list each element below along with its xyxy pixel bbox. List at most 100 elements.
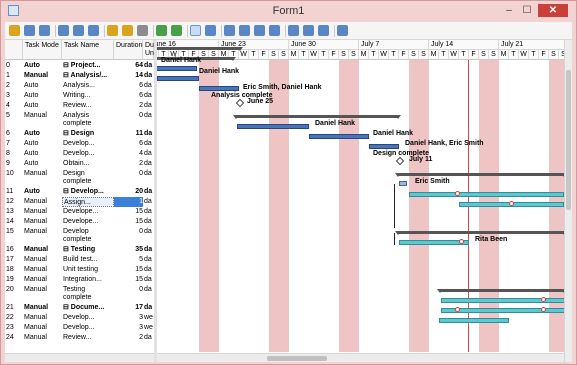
task-mode-cell[interactable]: Manual <box>23 285 62 303</box>
milestone-marker[interactable] <box>235 98 245 108</box>
chart-horizontal-scrollbar[interactable] <box>157 353 564 362</box>
settings-icon[interactable] <box>318 25 329 36</box>
task-mode-cell[interactable]: Auto <box>23 149 62 159</box>
task-mode-cell[interactable]: Manual <box>23 111 62 129</box>
goto-icon[interactable] <box>88 25 99 36</box>
row-index-cell[interactable]: 6 <box>5 129 23 139</box>
duration-unit-cell[interactable]: da <box>143 255 154 265</box>
table-row[interactable]: 0 Auto ⊟ Project... 64 da <box>5 61 154 71</box>
task-mode-cell[interactable]: Manual <box>23 333 62 343</box>
duration-cell[interactable]: 6 <box>114 139 143 149</box>
task-mode-cell[interactable]: Manual <box>23 245 62 255</box>
duration-unit-cell[interactable]: da <box>143 245 154 255</box>
duration-cell[interactable]: 2 <box>114 159 143 169</box>
duration-unit-cell[interactable]: we <box>143 323 154 333</box>
row-index-cell[interactable]: 13 <box>5 207 23 217</box>
columns-icon[interactable] <box>224 25 235 36</box>
row-index-cell[interactable]: 5 <box>5 111 23 129</box>
row-index-cell[interactable]: 9 <box>5 159 23 169</box>
row-index-cell[interactable]: 15 <box>5 227 23 245</box>
row-index-cell[interactable]: 3 <box>5 91 23 101</box>
task-mode-cell[interactable]: Manual <box>23 227 62 245</box>
task-mode-cell[interactable]: Manual <box>23 169 62 187</box>
duration-cell[interactable]: 0 <box>114 285 143 303</box>
row-index-cell[interactable]: 8 <box>5 149 23 159</box>
duration-unit-cell[interactable]: da <box>143 275 154 285</box>
task-name-cell[interactable]: Obtain... <box>62 159 114 169</box>
duration-unit-cell[interactable]: da <box>143 333 154 343</box>
task-mode-cell[interactable]: Manual <box>23 303 62 313</box>
duration-unit-cell[interactable]: da <box>143 149 154 159</box>
row-index-cell[interactable]: 11 <box>5 187 23 197</box>
minimize-button[interactable]: – <box>501 4 517 17</box>
search-icon[interactable] <box>303 25 314 36</box>
duration-cell[interactable]: 15 <box>114 275 143 285</box>
summary-bar-project[interactable] <box>157 47 243 51</box>
row-index-cell[interactable]: 21 <box>5 303 23 313</box>
table-row[interactable]: 1 Manual ⊟ Analysis/... 14 da <box>5 71 154 81</box>
table-row[interactable]: 11 Auto ⊟ Develop... 20 da <box>5 187 154 197</box>
table-row[interactable]: 3 Auto Writing... 6 da <box>5 91 154 101</box>
duration-cell[interactable]: 11 <box>114 129 143 139</box>
timeline-icon[interactable] <box>205 25 216 36</box>
table-row[interactable]: 10 Manual Design complete 0 da <box>5 169 154 187</box>
task-name-cell[interactable]: Analysis complete <box>62 111 114 129</box>
summary-bar-development[interactable] <box>395 173 564 177</box>
col-header-task-mode[interactable]: Task Mode <box>23 40 62 60</box>
duration-unit-cell[interactable]: da <box>143 159 154 169</box>
task-bar[interactable] <box>369 144 399 149</box>
table-row[interactable]: 20 Manual Testing complete 0 da <box>5 285 154 303</box>
export-icon[interactable] <box>269 25 280 36</box>
summary-bar-design[interactable] <box>233 115 401 119</box>
table-row[interactable]: 12 Manual Assign... 1 da <box>5 197 154 207</box>
task-mode-cell[interactable]: Auto <box>23 91 62 101</box>
table-row[interactable]: 17 Manual Build test... 5 da <box>5 255 154 265</box>
task-bar[interactable] <box>237 124 309 129</box>
new-file-icon[interactable] <box>9 25 20 36</box>
task-name-cell[interactable]: Analysis... <box>62 81 114 91</box>
duration-cell[interactable]: 14 <box>114 71 143 81</box>
task-bar-selected[interactable] <box>399 181 407 186</box>
row-index-cell[interactable]: 14 <box>5 217 23 227</box>
task-name-cell[interactable]: ⊟ Develop... <box>62 187 114 197</box>
duration-cell[interactable]: 35 <box>114 245 143 255</box>
duration-unit-cell[interactable]: da <box>143 71 154 81</box>
task-mode-cell[interactable]: Manual <box>23 71 62 81</box>
task-bar[interactable] <box>409 192 564 197</box>
gantt-chart[interactable]: June 16June 23June 30July 7July 14July 2… <box>157 40 564 362</box>
table-row[interactable]: 15 Manual Develop complete 0 da <box>5 227 154 245</box>
task-name-cell[interactable]: Unit testing <box>62 265 114 275</box>
table-row[interactable]: 23 Manual Develop... 3 we <box>5 323 154 333</box>
duration-cell[interactable]: 6 <box>114 81 143 91</box>
task-name-cell[interactable]: Build test... <box>62 255 114 265</box>
row-index-cell[interactable]: 20 <box>5 285 23 303</box>
duration-unit-cell[interactable]: da <box>143 197 154 207</box>
task-mode-cell[interactable]: Manual <box>23 275 62 285</box>
vertical-scroll-thumb[interactable] <box>566 70 571 210</box>
col-header-index[interactable] <box>5 40 23 60</box>
table-row[interactable]: 22 Manual Develop... 3 we <box>5 313 154 323</box>
duration-cell[interactable]: 0 <box>114 227 143 245</box>
table-row[interactable]: 7 Auto Develop... 6 da <box>5 139 154 149</box>
task-bar[interactable] <box>157 76 199 81</box>
table-row[interactable]: 18 Manual Unit testing 15 da <box>5 265 154 275</box>
duration-cell[interactable]: 1 <box>114 197 143 207</box>
task-name-cell[interactable]: Develop... <box>62 139 114 149</box>
table-row[interactable]: 21 Manual ⊟ Docume... 17 da <box>5 303 154 313</box>
task-bar[interactable] <box>199 86 239 91</box>
row-index-cell[interactable]: 16 <box>5 245 23 255</box>
row-index-cell[interactable]: 22 <box>5 313 23 323</box>
task-mode-cell[interactable]: Manual <box>23 217 62 227</box>
summary-bar-documentation[interactable] <box>437 289 564 293</box>
duration-cell[interactable]: 2 <box>114 101 143 111</box>
task-name-cell[interactable]: ⊟ Project... <box>62 61 114 71</box>
duration-unit-cell[interactable]: da <box>143 187 154 197</box>
task-name-cell[interactable]: Review... <box>62 333 114 343</box>
duration-unit-cell[interactable]: da <box>143 169 154 187</box>
task-name-cell[interactable]: Develop complete <box>62 227 114 245</box>
row-index-cell[interactable]: 18 <box>5 265 23 275</box>
row-index-cell[interactable]: 19 <box>5 275 23 285</box>
task-mode-cell[interactable]: Manual <box>23 313 62 323</box>
delete-icon[interactable] <box>137 25 148 36</box>
duration-unit-cell[interactable]: da <box>143 81 154 91</box>
